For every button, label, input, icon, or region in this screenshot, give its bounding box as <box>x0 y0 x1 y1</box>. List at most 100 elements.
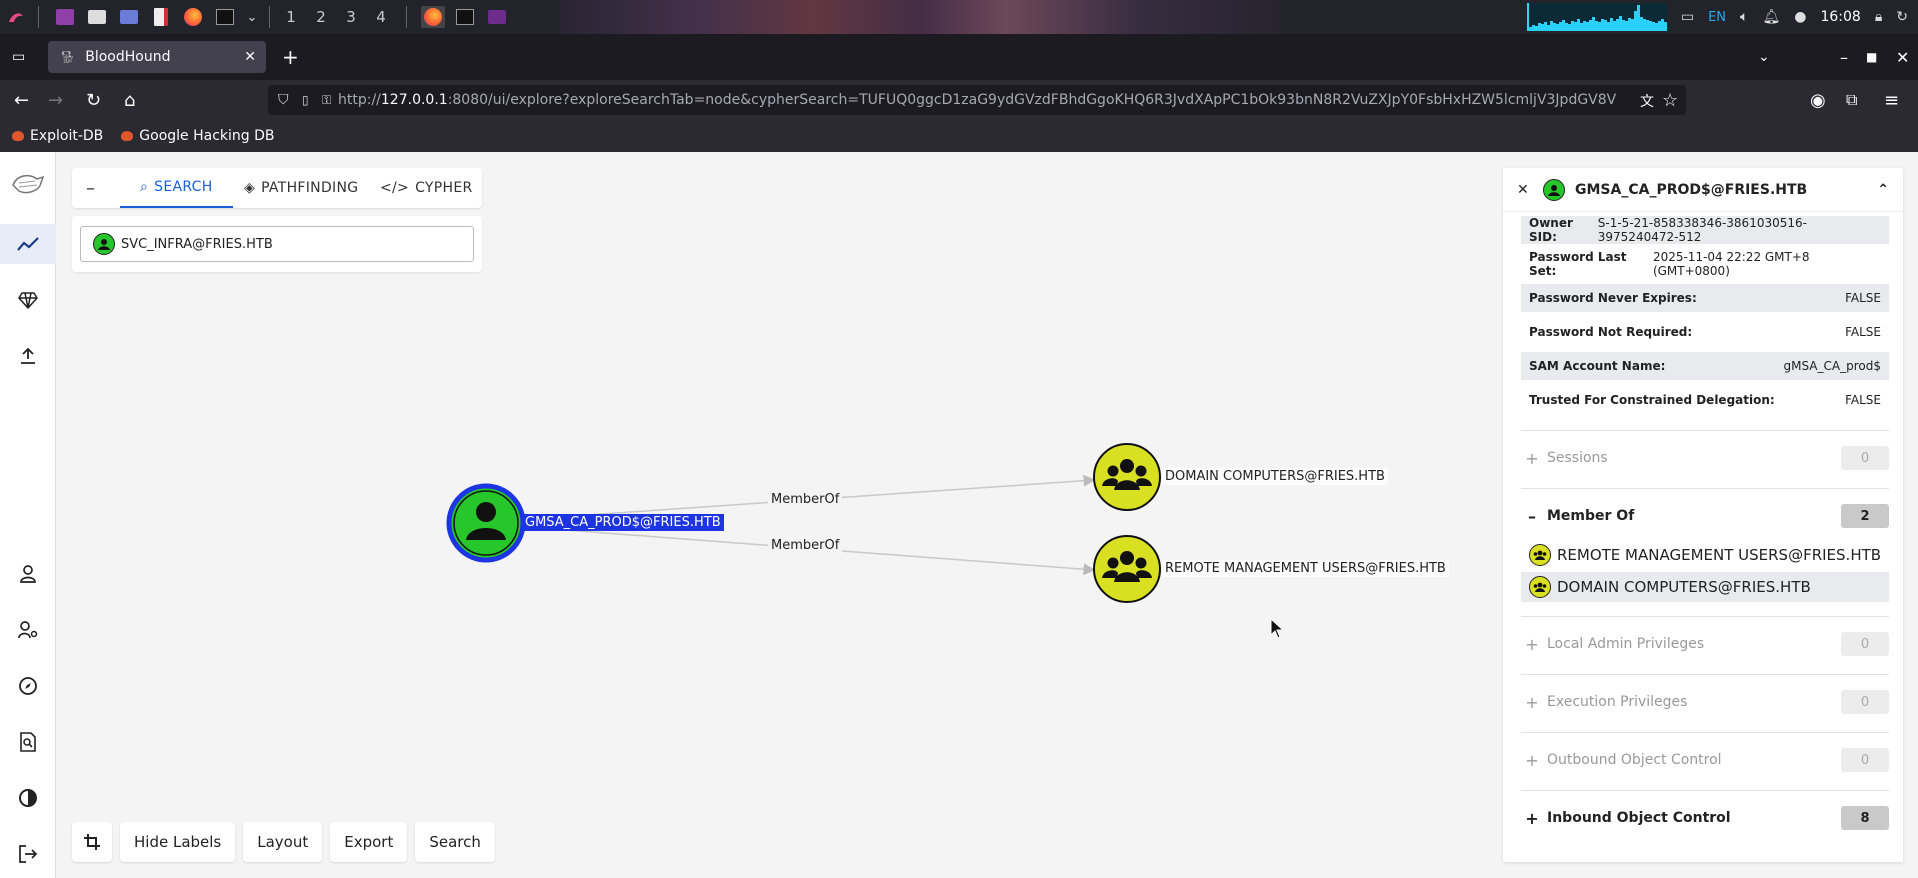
extensions-icon[interactable]: ⧉ <box>1846 90 1857 110</box>
compass-icon[interactable] <box>0 666 56 706</box>
search-button[interactable]: Search <box>415 822 495 862</box>
lock-icon[interactable]: 🔒︎ <box>1875 9 1882 25</box>
terminal-window-icon[interactable] <box>453 6 477 28</box>
menu-icon[interactable]: ≡ <box>1884 90 1899 111</box>
upload-icon[interactable] <box>0 336 56 376</box>
exploit-db-favicon-icon <box>12 131 24 141</box>
tab-cypher[interactable]: </> CYPHER <box>380 168 473 208</box>
member-of-item[interactable]: DOMAIN COMPUTERS@FRIES.HTB <box>1521 572 1889 602</box>
member-of-item[interactable]: REMOTE MANAGEMENT USERS@FRIES.HTB <box>1521 540 1889 570</box>
firefox-app-icon[interactable] <box>181 6 205 28</box>
collapse-panel-icon[interactable]: ⌃ <box>1877 182 1889 198</box>
page-icon[interactable]: ▯ <box>302 93 309 107</box>
divider <box>1521 616 1889 617</box>
volume-icon[interactable]: 🔈︎ <box>1740 9 1748 25</box>
taskbar-separator <box>269 6 270 28</box>
bookmark-google-hacking-db[interactable]: Google Hacking DB <box>121 128 275 144</box>
collapse-search-icon[interactable]: – <box>86 178 95 199</box>
list-tabs-icon[interactable]: ⌄ <box>1758 49 1770 65</box>
export-button[interactable]: Export <box>330 822 408 862</box>
close-panel-icon[interactable]: ✕ <box>1517 182 1529 198</box>
forward-icon[interactable]: → <box>48 90 63 111</box>
keyboard-language[interactable]: EN <box>1708 10 1726 25</box>
divider <box>1521 732 1889 733</box>
settings-app-icon[interactable] <box>117 6 141 28</box>
crop-button[interactable] <box>72 822 112 862</box>
taskbar-wallpaper <box>560 0 1280 34</box>
tab-pathfinding[interactable]: ◈ PATHFINDING <box>244 168 358 208</box>
minimize-icon[interactable]: – <box>1840 48 1848 67</box>
cpu-monitor <box>1526 3 1667 31</box>
display-icon[interactable]: ▭ <box>1681 9 1694 25</box>
panel-header: ✕ GMSA_CA_PROD$@FRIES.HTB ⌃ <box>1503 168 1903 212</box>
expand-icon: + <box>1525 634 1539 654</box>
workspace-1[interactable]: 1 <box>276 8 306 26</box>
shield-icon[interactable]: ⛉ <box>278 92 289 108</box>
node-search-input[interactable]: SVC_INFRA@FRIES.HTB <box>80 226 474 262</box>
edge-label-memberof-2[interactable]: MemberOf <box>768 538 843 553</box>
home-icon[interactable]: ⌂ <box>124 90 135 111</box>
chevron-down-icon[interactable]: ⌄ <box>245 6 259 28</box>
node-gmsa-ca-prod[interactable] <box>446 483 526 563</box>
explore-search-tabs: – ⌕ SEARCH ◈ PATHFINDING </> CYPHER <box>72 168 482 208</box>
dark-mode-toggle-icon[interactable] <box>0 778 56 818</box>
node-domain-computers[interactable] <box>1093 443 1161 511</box>
permissions-icon[interactable]: ⚿ <box>322 93 331 108</box>
tab-overview-icon[interactable]: ▭ <box>12 49 25 65</box>
address-bar[interactable]: ⛉ ▯ ⚿ http://127.0.0.1:8080/ui/explore?e… <box>268 85 1686 115</box>
translate-icon[interactable]: 文 <box>1640 91 1654 111</box>
taskbar-separator <box>38 6 39 28</box>
search-document-icon[interactable] <box>0 722 56 762</box>
account-icon[interactable]: ◉ <box>1810 90 1826 111</box>
files-app-icon[interactable] <box>85 6 109 28</box>
explore-nav-icon[interactable] <box>0 224 56 264</box>
close-window-icon[interactable]: ✕ <box>1896 48 1909 67</box>
clock-icon: ● <box>1794 9 1807 25</box>
node-label-remote-management-users[interactable]: REMOTE MANAGEMENT USERS@FRIES.HTB <box>1162 560 1449 577</box>
entity-info-panel: ✕ GMSA_CA_PROD$@FRIES.HTB ⌃ Owner SID: S-… <box>1503 168 1903 862</box>
bloodhound-app: GMSA_CA_PROD$@FRIES.HTB DOMAIN COMPUTERS… <box>0 152 1918 878</box>
workspace-3[interactable]: 3 <box>336 8 366 26</box>
section-inbound-object-control[interactable]: + Inbound Object Control 8 <box>1521 804 1889 832</box>
close-tab-icon[interactable]: ✕ <box>244 49 256 65</box>
workspace-2[interactable]: 2 <box>306 8 336 26</box>
code-icon: </> <box>380 180 410 196</box>
node-remote-management-users[interactable] <box>1093 535 1161 603</box>
hide-labels-button[interactable]: Hide Labels <box>120 822 236 862</box>
group-icon <box>1529 544 1551 566</box>
document-app-icon[interactable] <box>149 6 173 28</box>
reload-icon[interactable]: ↻ <box>86 90 101 111</box>
section-member-of[interactable]: – Member Of 2 <box>1521 502 1889 530</box>
power-refresh-icon[interactable]: ↻ <box>1896 9 1908 25</box>
bookmark-star-icon[interactable]: ☆ <box>1662 90 1678 111</box>
panel-title: GMSA_CA_PROD$@FRIES.HTB <box>1575 181 1808 198</box>
prop-password-last-set: Password Last Set: 2025-11-04 22:22 GMT+8… <box>1529 250 1810 278</box>
bloodhound-logo-icon[interactable] <box>0 164 56 204</box>
notification-bell-icon[interactable]: 🔔︎ <box>1762 9 1780 25</box>
user-settings-icon[interactable] <box>0 610 56 650</box>
terminal-app-icon[interactable] <box>53 6 77 28</box>
profile-icon[interactable] <box>0 554 56 594</box>
group-management-gem-icon[interactable] <box>0 280 56 320</box>
section-local-admin-privileges[interactable]: + Local Admin Privileges 0 <box>1521 630 1889 658</box>
node-label-domain-computers[interactable]: DOMAIN COMPUTERS@FRIES.HTB <box>1162 468 1388 485</box>
kali-menu-icon[interactable] <box>4 6 28 28</box>
section-outbound-object-control[interactable]: + Outbound Object Control 0 <box>1521 746 1889 774</box>
bookmark-exploit-db[interactable]: Exploit-DB <box>12 128 103 144</box>
back-icon[interactable]: ← <box>14 90 29 111</box>
layout-button[interactable]: Layout <box>243 822 323 862</box>
tab-search[interactable]: ⌕ SEARCH <box>120 168 233 208</box>
firefox-window-icon[interactable] <box>421 6 445 28</box>
new-tab-icon[interactable]: + <box>282 45 299 69</box>
section-sessions[interactable]: + Sessions 0 <box>1521 444 1889 472</box>
node-label-gmsa-ca-prod[interactable]: GMSA_CA_PROD$@FRIES.HTB <box>522 514 724 531</box>
workspace-4[interactable]: 4 <box>366 8 396 26</box>
os-taskbar: ⌄ 1 2 3 4 ▭ EN 🔈︎ 🔔︎ ● 16:08 🔒︎ ↻ <box>0 0 1918 34</box>
folder-window-icon[interactable] <box>485 6 509 28</box>
logout-icon[interactable] <box>0 834 56 874</box>
section-execution-privileges[interactable]: + Execution Privileges 0 <box>1521 688 1889 716</box>
browser-tab-bloodhound[interactable]: 🐕︎ BloodHound ✕ <box>48 41 266 73</box>
edge-label-memberof-1[interactable]: MemberOf <box>768 492 843 507</box>
maximize-icon[interactable]: ■ <box>1866 50 1877 64</box>
shell-app-icon[interactable] <box>213 6 237 28</box>
